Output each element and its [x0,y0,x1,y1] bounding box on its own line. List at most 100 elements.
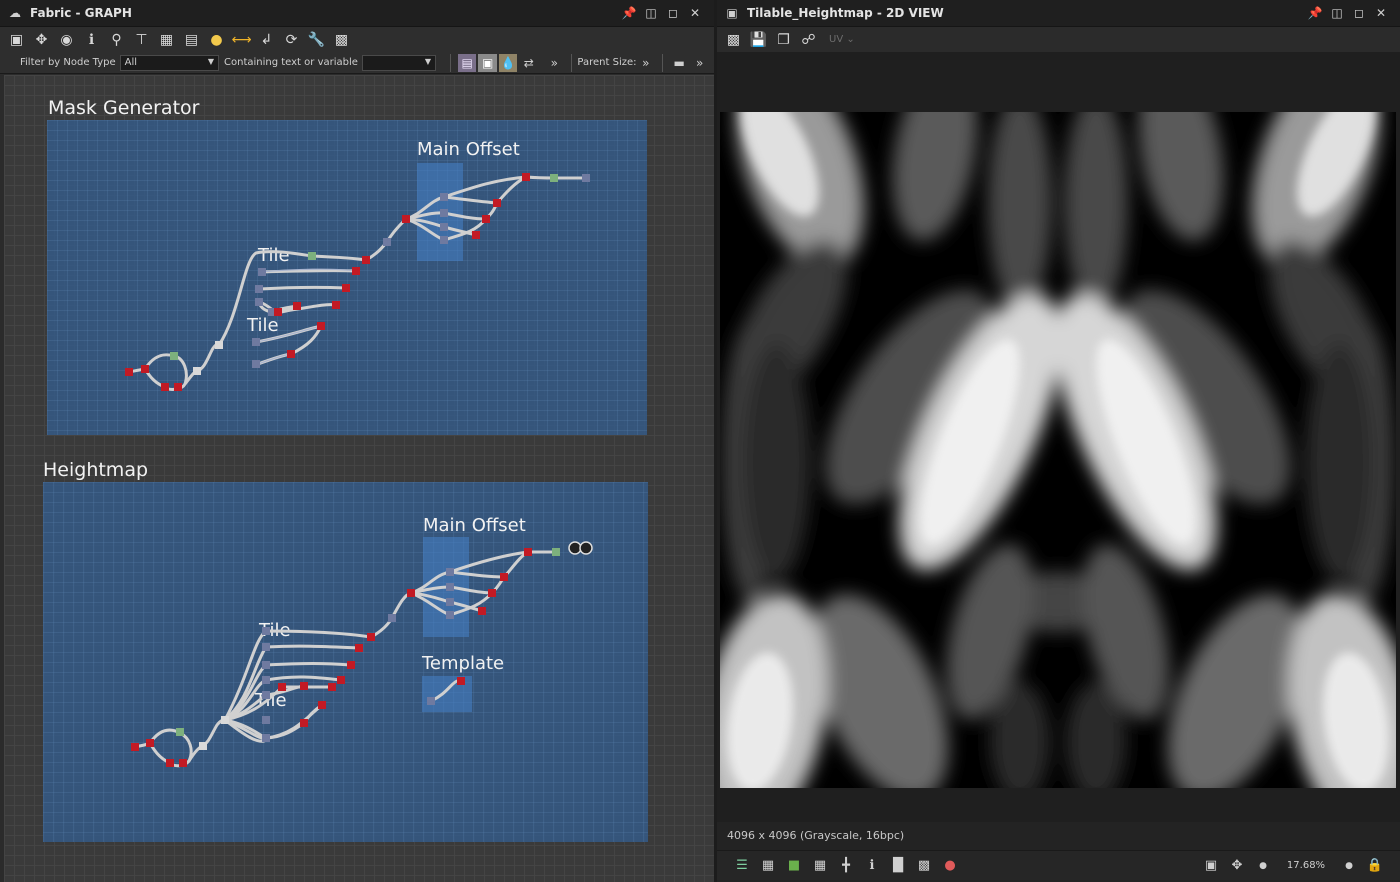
nodes-heightmap [131,541,593,767]
node-slate [262,676,270,684]
float-icon[interactable]: ◫ [1326,3,1348,23]
node-red [352,267,360,275]
text-filter-select[interactable]: ▼ [361,54,436,71]
more-icon[interactable]: » [690,54,709,72]
view-titlebar: ▣ Tilable_Heightmap - 2D VIEW 📌 ◫ ◻ ✕ [717,0,1400,27]
info-icon[interactable]: ℹ [79,29,104,51]
library-icon[interactable]: ▤ [179,29,204,51]
camera-icon[interactable]: ◉ [54,29,79,51]
node-green [308,252,316,260]
float-icon[interactable]: ◫ [640,3,662,23]
wires-mask-generator [127,175,588,391]
layers-icon[interactable]: ☰ [729,855,755,877]
lock-icon[interactable]: 🔒 [1362,855,1388,877]
uv-dropdown[interactable]: UV ⌄ [829,34,855,45]
view-panel-title: Tilable_Heightmap - 2D VIEW [747,6,944,20]
histogram-icon[interactable]: █ [885,855,911,877]
grid-icon[interactable]: ▦ [807,855,833,877]
node-red [278,683,286,691]
node-type-select[interactable]: All ▼ [119,54,219,71]
node-red [166,759,174,767]
view-canvas[interactable] [717,52,1400,822]
graph-panel-title: Fabric - GRAPH [30,6,132,20]
checker-icon[interactable]: ▦ [755,855,781,877]
node-green [176,728,184,736]
node-green [550,174,558,182]
node-red [362,256,370,264]
center-view-icon[interactable]: ✥ [29,29,54,51]
output-node-icon [568,541,593,555]
graph-icon: ☁ [9,6,21,20]
node-slate [440,193,448,201]
export-icon[interactable]: ▩ [721,29,746,51]
refresh-icon[interactable]: ⟳ [279,29,304,51]
node-green [552,548,560,556]
node-red [500,573,508,581]
node-graph[interactable] [4,75,714,882]
node-red [179,759,187,767]
separator [662,53,663,72]
node-red [493,199,501,207]
node-slate [262,691,270,699]
info-icon[interactable]: ℹ [859,855,885,877]
drop-toggle-icon[interactable]: 💧 [498,53,518,72]
image-toggle-icon[interactable]: ▤ [457,53,477,72]
frame-all-icon[interactable]: ▣ [4,29,29,51]
more-icon[interactable]: » [545,54,564,72]
node-slate [383,238,391,246]
pin-icon[interactable]: 📌 [618,3,640,23]
maximize-icon[interactable]: ◻ [1348,3,1370,23]
fit-view-icon[interactable]: ▣ [1198,855,1224,877]
zoom-level[interactable]: 17.68% [1276,860,1336,871]
maximize-icon[interactable]: ◻ [662,3,684,23]
screenshot-icon[interactable]: ▩ [329,29,354,51]
spline-icon[interactable]: ↲ [254,29,279,51]
node-red [332,301,340,309]
filter-bar: Filter by Node Type All ▼ Containing tex… [0,52,714,74]
center-view-icon[interactable]: ✥ [1224,855,1250,877]
zoom-out-icon[interactable]: ● [1250,855,1276,877]
python-icon[interactable]: ● [204,29,229,51]
display-icon[interactable]: ▩ [911,855,937,877]
node-red [478,607,486,615]
node-slate [446,568,454,576]
view-2d-icon: ▣ [726,6,738,20]
connect-icon[interactable]: ⟷ [229,29,254,51]
node-slate [427,697,435,705]
zoom-in-icon[interactable]: ● [1336,855,1362,877]
node-red [300,682,308,690]
node-red [317,322,325,330]
save-icon[interactable]: 💾 [746,29,771,51]
node-red [125,368,133,376]
close-icon[interactable]: ✕ [684,3,706,23]
node-slate [440,223,448,231]
connector-icon[interactable]: ▬ [670,54,689,72]
node-red [347,661,355,669]
more-icon[interactable]: » [637,54,656,72]
node-red [342,284,350,292]
graph-titlebar: ☁ Fabric - GRAPH 📌 ◫ ◻ ✕ [0,0,714,27]
tiling-icon[interactable]: ╋ [833,855,859,877]
node-green [170,352,178,360]
node-slate [446,598,454,606]
color-wheel-icon[interactable]: ● [937,855,963,877]
copy-icon[interactable]: ❐ [771,29,796,51]
search-icon[interactable]: ⚲ [104,29,129,51]
heightmap-texture[interactable] [720,112,1396,788]
thumbnail-toggle-icon[interactable]: ▣ [478,53,497,72]
color-swatch-icon[interactable]: ■ [781,855,807,877]
link-icon[interactable]: ⊤ [129,29,154,51]
node-red [482,215,490,223]
node-red [293,302,301,310]
share-icon[interactable]: ☍ [796,29,821,51]
layout-icon[interactable]: ▦ [154,29,179,51]
pin-icon[interactable]: 📌 [1304,3,1326,23]
graph-canvas[interactable]: Mask Generator Main Offset Tile Tile Hei… [4,75,714,882]
node-slate [388,614,396,622]
node-red [355,644,363,652]
node-red [141,365,149,373]
close-icon[interactable]: ✕ [1370,3,1392,23]
graph-panel: ☁ Fabric - GRAPH 📌 ◫ ◻ ✕ ▣ ✥ ◉ ℹ ⚲ ⊤ ▦ ▤… [0,0,714,882]
shuffle-icon[interactable]: ⇄ [519,54,538,72]
tools-icon[interactable]: 🔧 [304,29,329,51]
